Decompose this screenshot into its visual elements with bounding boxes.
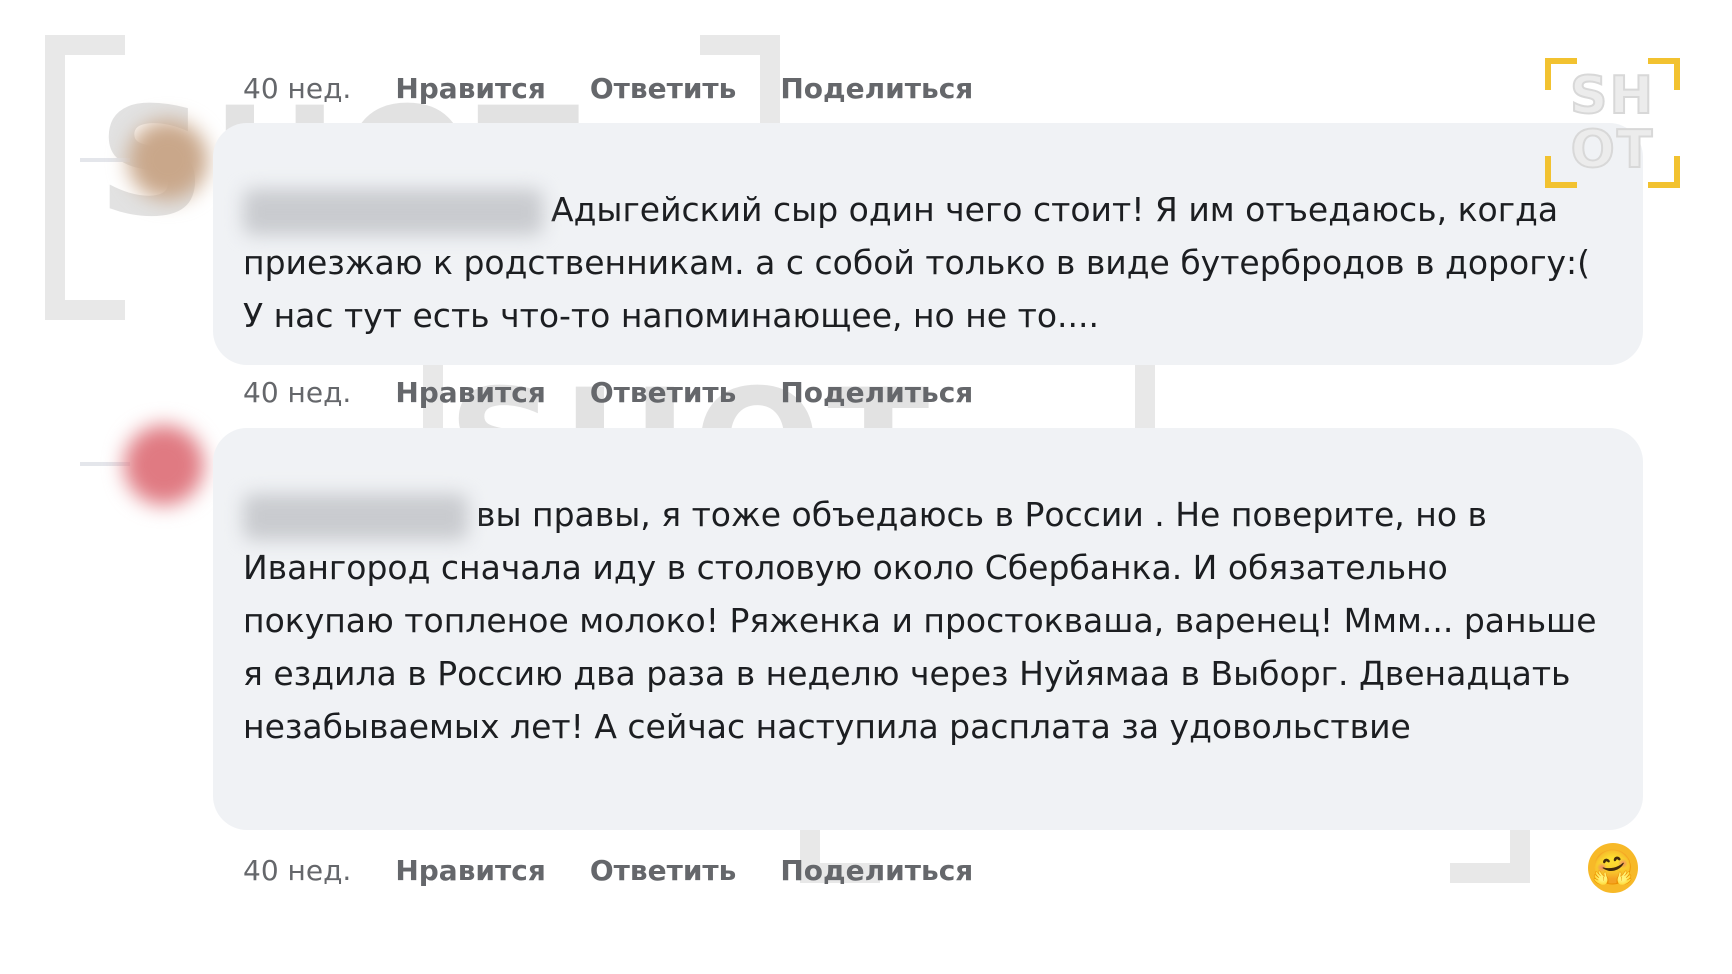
logo-text: SH bbox=[1569, 66, 1655, 126]
care-emoji-icon[interactable]: 🤗 bbox=[1588, 843, 1638, 893]
shot-logo: SH OT bbox=[1545, 58, 1680, 188]
share-button[interactable]: Поделиться bbox=[780, 376, 973, 409]
comment-timestamp[interactable]: 40 нед. bbox=[243, 854, 351, 887]
share-button[interactable]: Поделиться bbox=[780, 854, 973, 887]
reply-button[interactable]: Ответить bbox=[590, 854, 737, 887]
reply-button[interactable]: Ответить bbox=[590, 376, 737, 409]
comment-actions: 40 нед. Нравится Ответить Поделиться bbox=[243, 376, 1017, 409]
author-name-redacted[interactable] bbox=[243, 188, 543, 235]
avatar[interactable] bbox=[124, 425, 204, 505]
comment-bubble: Адыгейский сыр один чего стоит! Я им отъ… bbox=[213, 123, 1643, 365]
watermark-bracket bbox=[45, 35, 125, 320]
comment-timestamp[interactable]: 40 нед. bbox=[243, 72, 351, 105]
thread-line bbox=[80, 462, 130, 466]
thread-line bbox=[80, 158, 130, 162]
author-name-redacted[interactable] bbox=[243, 493, 468, 540]
reply-button[interactable]: Ответить bbox=[590, 72, 737, 105]
comment-timestamp[interactable]: 40 нед. bbox=[243, 376, 351, 409]
comment-bubble: вы правы, я тоже объедаюсь в России . Не… bbox=[213, 428, 1643, 830]
comment-thread-screenshot: SHOT SHOT SHOT 40 нед. Нравится Ответить… bbox=[0, 0, 1732, 974]
comment-actions-top: 40 нед. Нравится Ответить Поделиться bbox=[243, 72, 1017, 105]
like-button[interactable]: Нравится bbox=[395, 854, 546, 887]
logo-text: OT bbox=[1570, 120, 1655, 180]
comment-actions: 40 нед. Нравится Ответить Поделиться bbox=[243, 854, 1017, 887]
share-button[interactable]: Поделиться bbox=[780, 72, 973, 105]
comment-body: вы правы, я тоже объедаюсь в России . Не… bbox=[243, 488, 1603, 753]
comment-body: Адыгейский сыр один чего стоит! Я им отъ… bbox=[243, 183, 1603, 342]
like-button[interactable]: Нравится bbox=[395, 72, 546, 105]
like-button[interactable]: Нравится bbox=[395, 376, 546, 409]
avatar[interactable] bbox=[128, 120, 208, 200]
